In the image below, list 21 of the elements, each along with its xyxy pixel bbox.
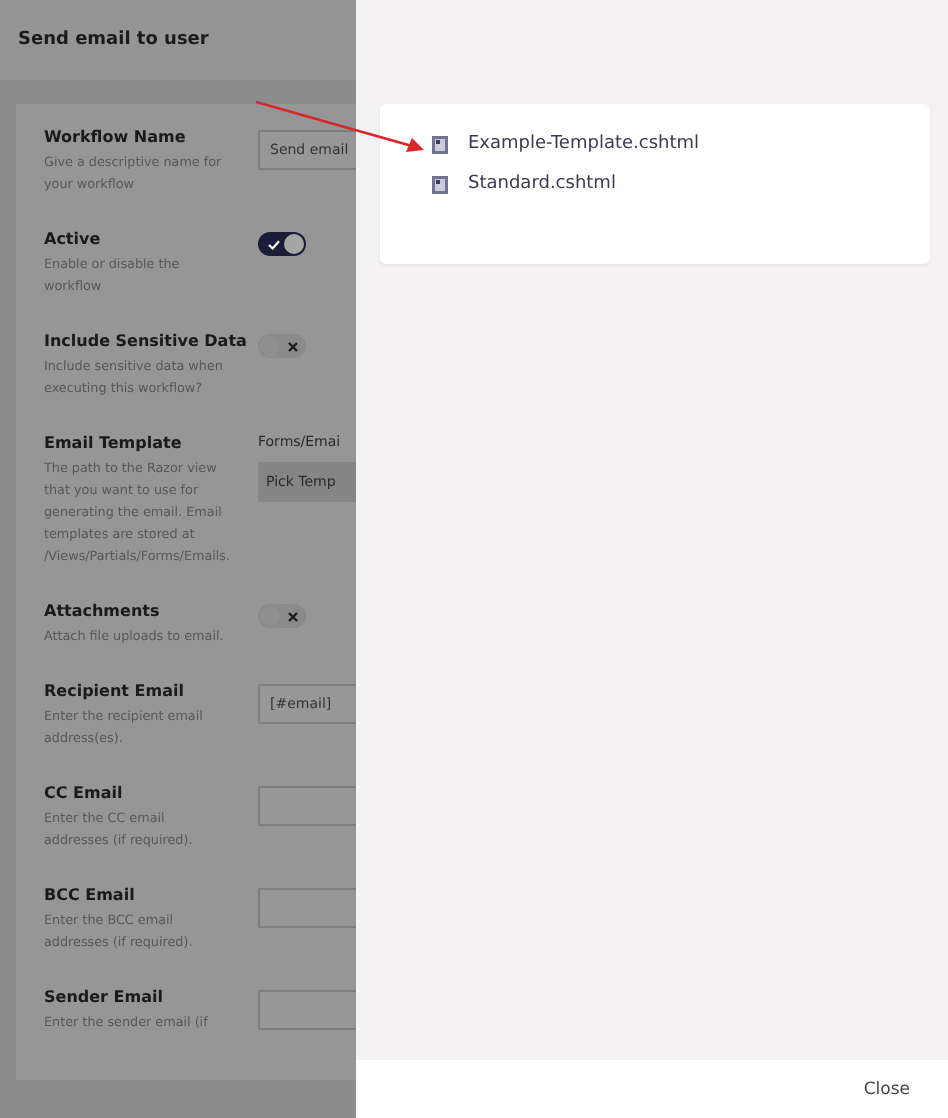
field-label: Sender Email (44, 988, 165, 1006)
page-title: Send email to user (18, 30, 209, 50)
check-icon (268, 239, 280, 249)
close-button[interactable]: Close (859, 1075, 914, 1103)
file-name[interactable]: Standard.cshtml (468, 174, 616, 194)
toggle-switch[interactable] (258, 232, 306, 256)
field-label: CC Email (44, 784, 125, 802)
field-label: Attachments (44, 602, 162, 620)
toggle-switch[interactable] (258, 604, 306, 628)
file-name[interactable]: Example-Template.cshtml (468, 134, 700, 154)
field-label: Workflow Name (44, 128, 188, 146)
file-icon (432, 135, 448, 153)
field-label: Include Sensitive Data (44, 332, 249, 350)
toggle-switch[interactable] (258, 334, 306, 358)
close-icon (288, 341, 298, 351)
close-icon (288, 611, 298, 621)
field-label: Active (44, 230, 103, 248)
field-label: Recipient Email (44, 682, 186, 700)
file-icon (432, 175, 448, 193)
field-label: BCC Email (44, 886, 137, 904)
field-label: Email Template (44, 434, 184, 452)
